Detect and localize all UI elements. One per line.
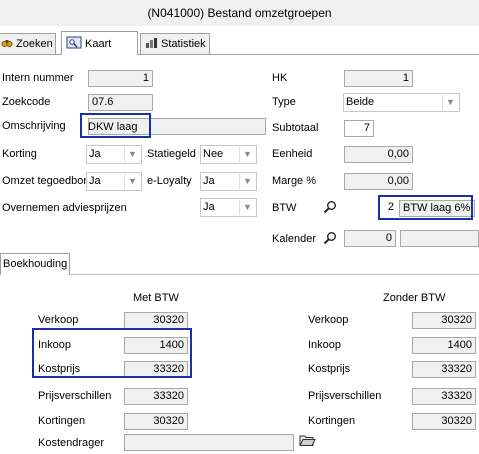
omzet-tegoedbon-value: Ja [89, 175, 101, 187]
prijsverschillen-zonder-btw-field: 33320 [412, 388, 476, 405]
omzet-tegoedbon-label: Omzet tegoedbon [2, 175, 90, 187]
eenheid-label: Eenheid [272, 148, 313, 160]
eloyalty-value: Ja [203, 175, 215, 187]
prijsverschillen-met-btw-field: 33320 [124, 388, 188, 405]
verkoop-zonder-btw-field: 30320 [412, 312, 476, 329]
tab-zoeken-label: Zoeken [16, 38, 53, 50]
inkoop-kostprijs-highlight [32, 328, 192, 378]
korting-select[interactable]: Ja ▼ [86, 145, 142, 164]
kortingen-label: Kortingen [38, 415, 86, 427]
chevron-down-icon[interactable]: ▼ [239, 200, 255, 215]
omzet-tegoedbon-select[interactable]: Ja ▼ [86, 172, 142, 191]
btw-label: BTW [272, 202, 297, 214]
chevron-down-icon[interactable]: ▼ [239, 147, 255, 162]
statiegeld-select[interactable]: Nee ▼ [200, 145, 257, 164]
omschrijving-label: Omschrijving [2, 120, 66, 132]
intern-nummer-label: Intern nummer [2, 72, 74, 84]
kalender-code-field: 0 [344, 230, 396, 247]
met-btw-header: Met BTW [133, 292, 179, 304]
overnemen-label: Overnemen adviesprijzen [2, 202, 127, 214]
statistics-icon [145, 37, 158, 52]
verkoop-zonder-label: Verkoop [308, 314, 349, 326]
btw-highlight [378, 195, 473, 220]
marge-label: Marge % [272, 175, 317, 187]
overnemen-value: Ja [203, 201, 215, 213]
tab-zoeken[interactable]: Zoeken [0, 33, 56, 54]
statiegeld-value: Nee [203, 148, 224, 160]
tab-boekhouding[interactable]: Boekhouding [0, 253, 70, 275]
kostendrager-label: Kostendrager [38, 437, 105, 449]
folder-open-icon[interactable] [299, 433, 316, 450]
overnemen-select[interactable]: Ja ▼ [200, 198, 257, 217]
inkoop-zonder-label: Inkoop [308, 339, 342, 351]
search-binoculars-icon [1, 37, 13, 52]
inkoop-zonder-btw-field: 1400 [412, 337, 476, 354]
prijsverschillen-zonder-label: Prijsverschillen [308, 390, 382, 402]
statiegeld-label: Statiegeld [147, 148, 196, 160]
subtotaal-field[interactable]: 7 [344, 120, 374, 137]
eloyalty-label: e-Loyalty [147, 175, 192, 187]
marge-field: 0,00 [344, 173, 413, 190]
eenheid-field: 0,00 [344, 146, 413, 163]
zoekcode-field[interactable]: 07.6 [88, 94, 153, 111]
chevron-down-icon[interactable]: ▼ [124, 147, 140, 162]
verkoop-met-btw-field: 30320 [124, 312, 188, 329]
search-icon[interactable] [321, 198, 339, 215]
kostendrager-field[interactable] [124, 434, 294, 451]
subtotaal-label: Subtotaal [272, 122, 319, 134]
tab-statistiek-label: Statistiek [161, 38, 206, 50]
chevron-down-icon[interactable]: ▼ [124, 174, 140, 189]
zoekcode-label: Zoekcode [2, 96, 51, 108]
card-icon [66, 36, 82, 52]
korting-value: Ja [89, 148, 101, 160]
chevron-down-icon[interactable]: ▼ [442, 95, 458, 110]
type-label: Type [272, 96, 296, 108]
verkoop-label: Verkoop [38, 314, 79, 326]
omschrijving-value: DKW laag [88, 121, 138, 133]
korting-label: Korting [2, 148, 37, 160]
kortingen-zonder-label: Kortingen [308, 415, 356, 427]
kortingen-met-btw-field: 30320 [124, 413, 188, 430]
kostprijs-zonder-btw-field: 33320 [412, 361, 476, 378]
eloyalty-select[interactable]: Ja ▼ [200, 172, 257, 191]
kalender-desc-field [400, 230, 479, 247]
kostprijs-zonder-label: Kostprijs [308, 363, 351, 375]
kalender-label: Kalender [272, 233, 317, 245]
type-select[interactable]: Beide ▼ [343, 93, 460, 112]
section-divider [0, 274, 479, 275]
tab-kaart-label: Kaart [85, 37, 112, 50]
window-title: (N041000) Bestand omzetgroepen [0, 0, 479, 26]
hk-field: 1 [344, 70, 413, 87]
zonder-btw-header: Zonder BTW [383, 292, 446, 304]
tab-statistiek[interactable]: Statistiek [140, 33, 210, 54]
intern-nummer-field: 1 [88, 70, 153, 87]
kortingen-zonder-btw-field: 30320 [412, 413, 476, 430]
search-icon[interactable] [321, 229, 339, 246]
chevron-down-icon[interactable]: ▼ [239, 174, 255, 189]
type-value: Beide [346, 96, 375, 108]
hk-label: HK [272, 72, 288, 84]
prijsverschillen-label: Prijsverschillen [38, 390, 112, 402]
tab-kaart[interactable]: Kaart [61, 31, 138, 55]
